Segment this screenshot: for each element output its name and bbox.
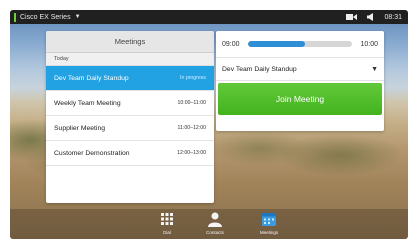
panel-title: Meetings [46,31,214,53]
start-time: 09:00 [222,40,240,48]
meeting-time: 12:00–13:00 [177,150,206,156]
meeting-selector[interactable]: Dev Team Daily Standup ▼ [216,57,384,81]
clock-time: 08:31 [384,13,402,21]
dock-label: Contacts [206,230,224,235]
end-time: 10:00 [360,40,378,48]
meeting-progress-bar [247,41,353,47]
meeting-row[interactable]: Customer Demonstration 12:00–13:00 [46,141,214,166]
dialpad-icon [160,209,174,229]
status-bar: Cisco EX Series ▼ 08:31 [10,10,408,24]
meeting-row[interactable]: Weekly Team Meeting 10:00–11:00 [46,91,214,116]
meetings-icon [261,209,277,229]
dock-label: Dial [163,230,171,235]
meeting-row[interactable]: Supplier Meeting 11:00–12:00 [46,116,214,141]
meeting-timeline: 09:00 10:00 [216,31,384,57]
meeting-row[interactable]: Dev Team Daily Standup In progress [46,66,214,91]
device-screen: Cisco EX Series ▼ 08:31 Meetings Today D… [10,10,408,239]
dock-item-meetings[interactable]: Meetings [249,209,289,239]
meeting-title: Customer Demonstration [54,149,130,157]
meeting-title: Supplier Meeting [54,124,106,132]
section-label-today: Today [46,53,214,66]
meeting-time: 11:00–12:00 [177,125,206,131]
bottom-dock: Dial Contacts Meetings [10,209,408,239]
meeting-time: 10:00–11:00 [177,100,206,106]
camera-icon[interactable] [346,13,358,21]
caret-down-icon: ▼ [371,65,378,73]
contacts-icon [207,209,223,229]
speaker-icon[interactable] [367,13,374,21]
dock-label: Meetings [259,230,279,235]
meetings-panel: Meetings Today Dev Team Daily Standup In… [46,31,214,203]
dock-item-contacts[interactable]: Contacts [195,209,235,239]
meeting-title: Dev Team Daily Standup [54,74,129,82]
meeting-time: In progress [180,75,206,81]
device-menu[interactable]: Cisco EX Series ▼ [20,14,81,21]
meeting-detail-panel: 09:00 10:00 Dev Team Daily Standup ▼ Joi… [216,31,384,131]
meeting-progress-fill [247,41,306,47]
status-indicator [14,12,16,22]
device-name-label: Cisco EX Series [20,13,71,21]
meeting-title: Weekly Team Meeting [54,99,121,107]
join-meeting-button[interactable]: Join Meeting [218,83,382,115]
caret-down-icon: ▼ [74,14,81,20]
dock-item-dial[interactable]: Dial [147,209,187,239]
selected-meeting-label: Dev Team Daily Standup [222,65,297,73]
